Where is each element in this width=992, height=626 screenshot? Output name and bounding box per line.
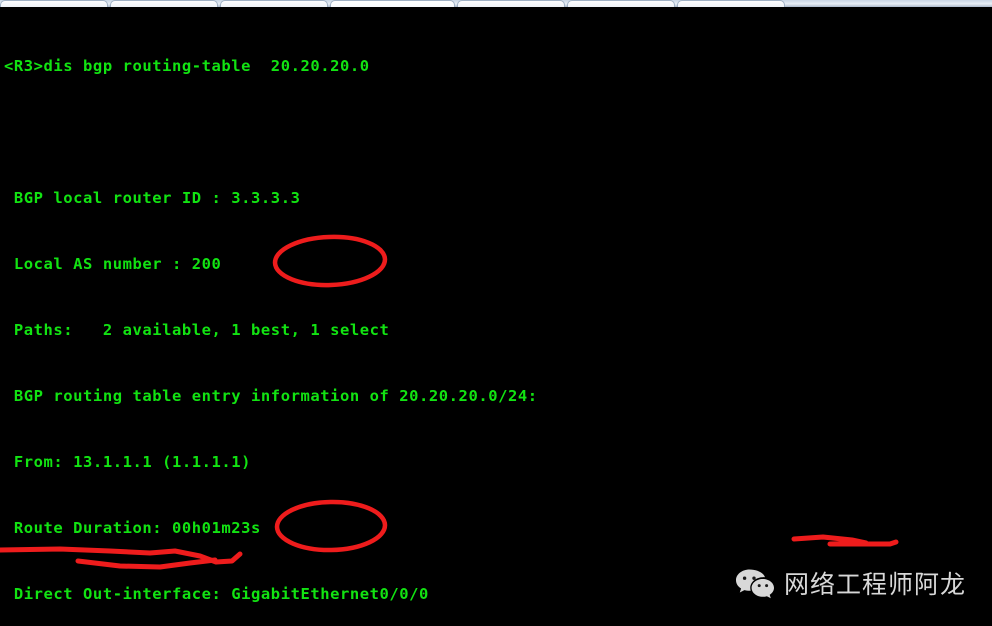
browser-tab[interactable] [457, 0, 565, 7]
browser-tab-strip [0, 0, 992, 7]
terminal-line-entry-header-1: BGP routing table entry information of 2… [4, 387, 538, 405]
browser-tab[interactable] [677, 0, 785, 7]
browser-tab[interactable] [220, 0, 328, 7]
terminal-screenshot: <R3>dis bgp routing-table 20.20.20.0 BGP… [0, 0, 992, 626]
browser-tab-active[interactable] [330, 0, 455, 7]
wechat-watermark: 网络工程师阿龙 [735, 568, 966, 600]
terminal-line-command: <R3>dis bgp routing-table 20.20.20.0 [4, 57, 370, 75]
browser-tab[interactable] [0, 0, 108, 7]
terminal-line-duration-1: Route Duration: 00h01m23s [4, 519, 261, 537]
terminal-line-from-1: From: 13.1.1.1 (1.1.1.1) [4, 453, 252, 471]
watermark-text: 网络工程师阿龙 [784, 569, 967, 599]
browser-tab[interactable] [110, 0, 218, 7]
browser-tab[interactable] [567, 0, 675, 7]
wechat-icon [736, 569, 774, 599]
browser-tab-strip-empty [787, 0, 992, 7]
terminal-line-router-id: BGP local router ID : 3.3.3.3 [4, 189, 301, 207]
terminal-line-local-as: Local AS number : 200 [4, 255, 222, 273]
terminal-line-paths: Paths: 2 available, 1 best, 1 select [4, 321, 390, 339]
terminal-output[interactable]: <R3>dis bgp routing-table 20.20.20.0 BGP… [0, 7, 992, 626]
